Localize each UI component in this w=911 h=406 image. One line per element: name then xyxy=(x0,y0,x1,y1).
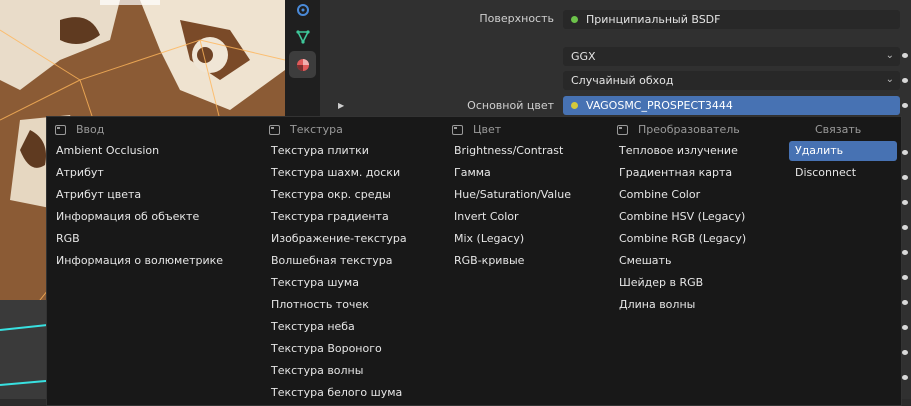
chevron-down-icon: ⌄ xyxy=(885,50,894,61)
base-color-field[interactable]: VAGOSMC_PROSPECT3444 xyxy=(563,96,900,115)
shader-socket-icon xyxy=(571,16,578,23)
surface-label: Поверхность xyxy=(479,12,554,25)
menu-item[interactable]: Brightness/Contrast xyxy=(454,141,563,161)
socket-dot xyxy=(902,150,908,155)
menu-item[interactable]: Текстура плитки xyxy=(271,141,369,161)
menu-item[interactable]: Текстура неба xyxy=(271,317,355,337)
menu-item[interactable]: Текстура Вороного xyxy=(271,339,382,359)
menu-header-link: Связать xyxy=(815,123,861,136)
menu-item[interactable]: Атрибут цвета xyxy=(56,185,141,205)
physics-icon[interactable] xyxy=(289,0,316,23)
menu-item[interactable]: Mix (Legacy) xyxy=(454,229,524,249)
constraint-icon[interactable] xyxy=(289,23,316,50)
menu-header-label: Ввод xyxy=(76,123,105,136)
remove-link-item[interactable]: Удалить xyxy=(789,141,897,161)
menu-item[interactable]: Ambient Occlusion xyxy=(56,141,159,161)
link-menu-popup: Ввод Текстура Цвет Преобразователь Связа… xyxy=(46,116,902,406)
menu-item[interactable]: Волшебная текстура xyxy=(271,251,392,271)
category-icon xyxy=(452,124,463,135)
menu-item[interactable]: Текстура волны xyxy=(271,361,363,381)
menu-header-label: Текстура xyxy=(290,123,343,136)
material-icon[interactable] xyxy=(289,51,316,78)
menu-item[interactable]: Текстура градиента xyxy=(271,207,389,227)
socket-dot xyxy=(902,325,908,330)
chevron-down-icon: ⌄ xyxy=(885,74,894,85)
subsurface-method-dropdown[interactable]: Случайный обход ⌄ xyxy=(563,71,900,90)
subsurface-method-value: Случайный обход xyxy=(571,74,674,87)
menu-item[interactable]: Атрибут xyxy=(56,163,104,183)
socket-dot xyxy=(902,275,908,280)
menu-item[interactable]: Тепловое излучение xyxy=(619,141,738,161)
menu-header-label: Цвет xyxy=(473,123,502,136)
menu-item[interactable]: Смешать xyxy=(619,251,671,271)
menu-item[interactable]: Текстура шахм. доски xyxy=(271,163,400,183)
socket-dot xyxy=(902,200,908,205)
menu-item[interactable]: Combine Color xyxy=(619,185,700,205)
menu-item[interactable]: Информация о волюметрике xyxy=(56,251,223,271)
distribution-value: GGX xyxy=(571,50,596,63)
menu-item[interactable]: Текстура белого шума xyxy=(271,383,402,403)
socket-dot xyxy=(902,250,908,255)
category-icon xyxy=(55,124,66,135)
menu-item[interactable]: Combine RGB (Legacy) xyxy=(619,229,746,249)
socket-dot xyxy=(902,300,908,305)
menu-header-input: Ввод xyxy=(55,123,104,136)
socket-dot xyxy=(902,350,908,355)
surface-shader-value: Принципиальный BSDF xyxy=(586,13,721,26)
menu-item[interactable]: Плотность точек xyxy=(271,295,369,315)
menu-item[interactable]: Изображение-текстура xyxy=(271,229,407,249)
category-icon xyxy=(617,124,628,135)
menu-item[interactable]: Combine HSV (Legacy) xyxy=(619,207,745,227)
surface-shader-field[interactable]: Принципиальный BSDF xyxy=(563,10,900,29)
menu-item[interactable]: Информация об объекте xyxy=(56,207,199,227)
color-socket-icon xyxy=(571,102,578,109)
disconnect-item[interactable]: Disconnect xyxy=(795,163,856,183)
category-icon xyxy=(269,124,280,135)
menu-header-converter: Преобразователь xyxy=(617,123,740,136)
menu-header-color: Цвет xyxy=(452,123,501,136)
menu-item[interactable]: Invert Color xyxy=(454,207,519,227)
base-color-value: VAGOSMC_PROSPECT3444 xyxy=(586,99,733,112)
menu-item[interactable]: Градиентная карта xyxy=(619,163,732,183)
socket-dot xyxy=(902,225,908,230)
socket-dot xyxy=(902,103,908,108)
socket-dot xyxy=(902,78,908,83)
menu-item[interactable]: Длина волны xyxy=(619,295,695,315)
menu-item[interactable]: Шейдер в RGB xyxy=(619,273,703,293)
distribution-dropdown[interactable]: GGX ⌄ xyxy=(563,47,900,66)
menu-item[interactable]: RGB xyxy=(56,229,80,249)
menu-item[interactable]: Текстура окр. среды xyxy=(271,185,391,205)
menu-item[interactable]: Текстура шума xyxy=(271,273,359,293)
socket-dot xyxy=(902,375,908,380)
socket-dot xyxy=(902,53,908,58)
menu-item[interactable]: Гамма xyxy=(454,163,491,183)
expand-arrow-icon[interactable]: ▶ xyxy=(338,101,344,110)
menu-header-label: Преобразователь xyxy=(638,123,740,136)
menu-header-texture: Текстура xyxy=(269,123,343,136)
socket-dot xyxy=(902,175,908,180)
menu-item[interactable]: RGB-кривые xyxy=(454,251,524,271)
menu-item[interactable]: Hue/Saturation/Value xyxy=(454,185,571,205)
menu-header-label: Связать xyxy=(815,123,862,136)
base-color-label: Основной цвет xyxy=(467,99,554,112)
